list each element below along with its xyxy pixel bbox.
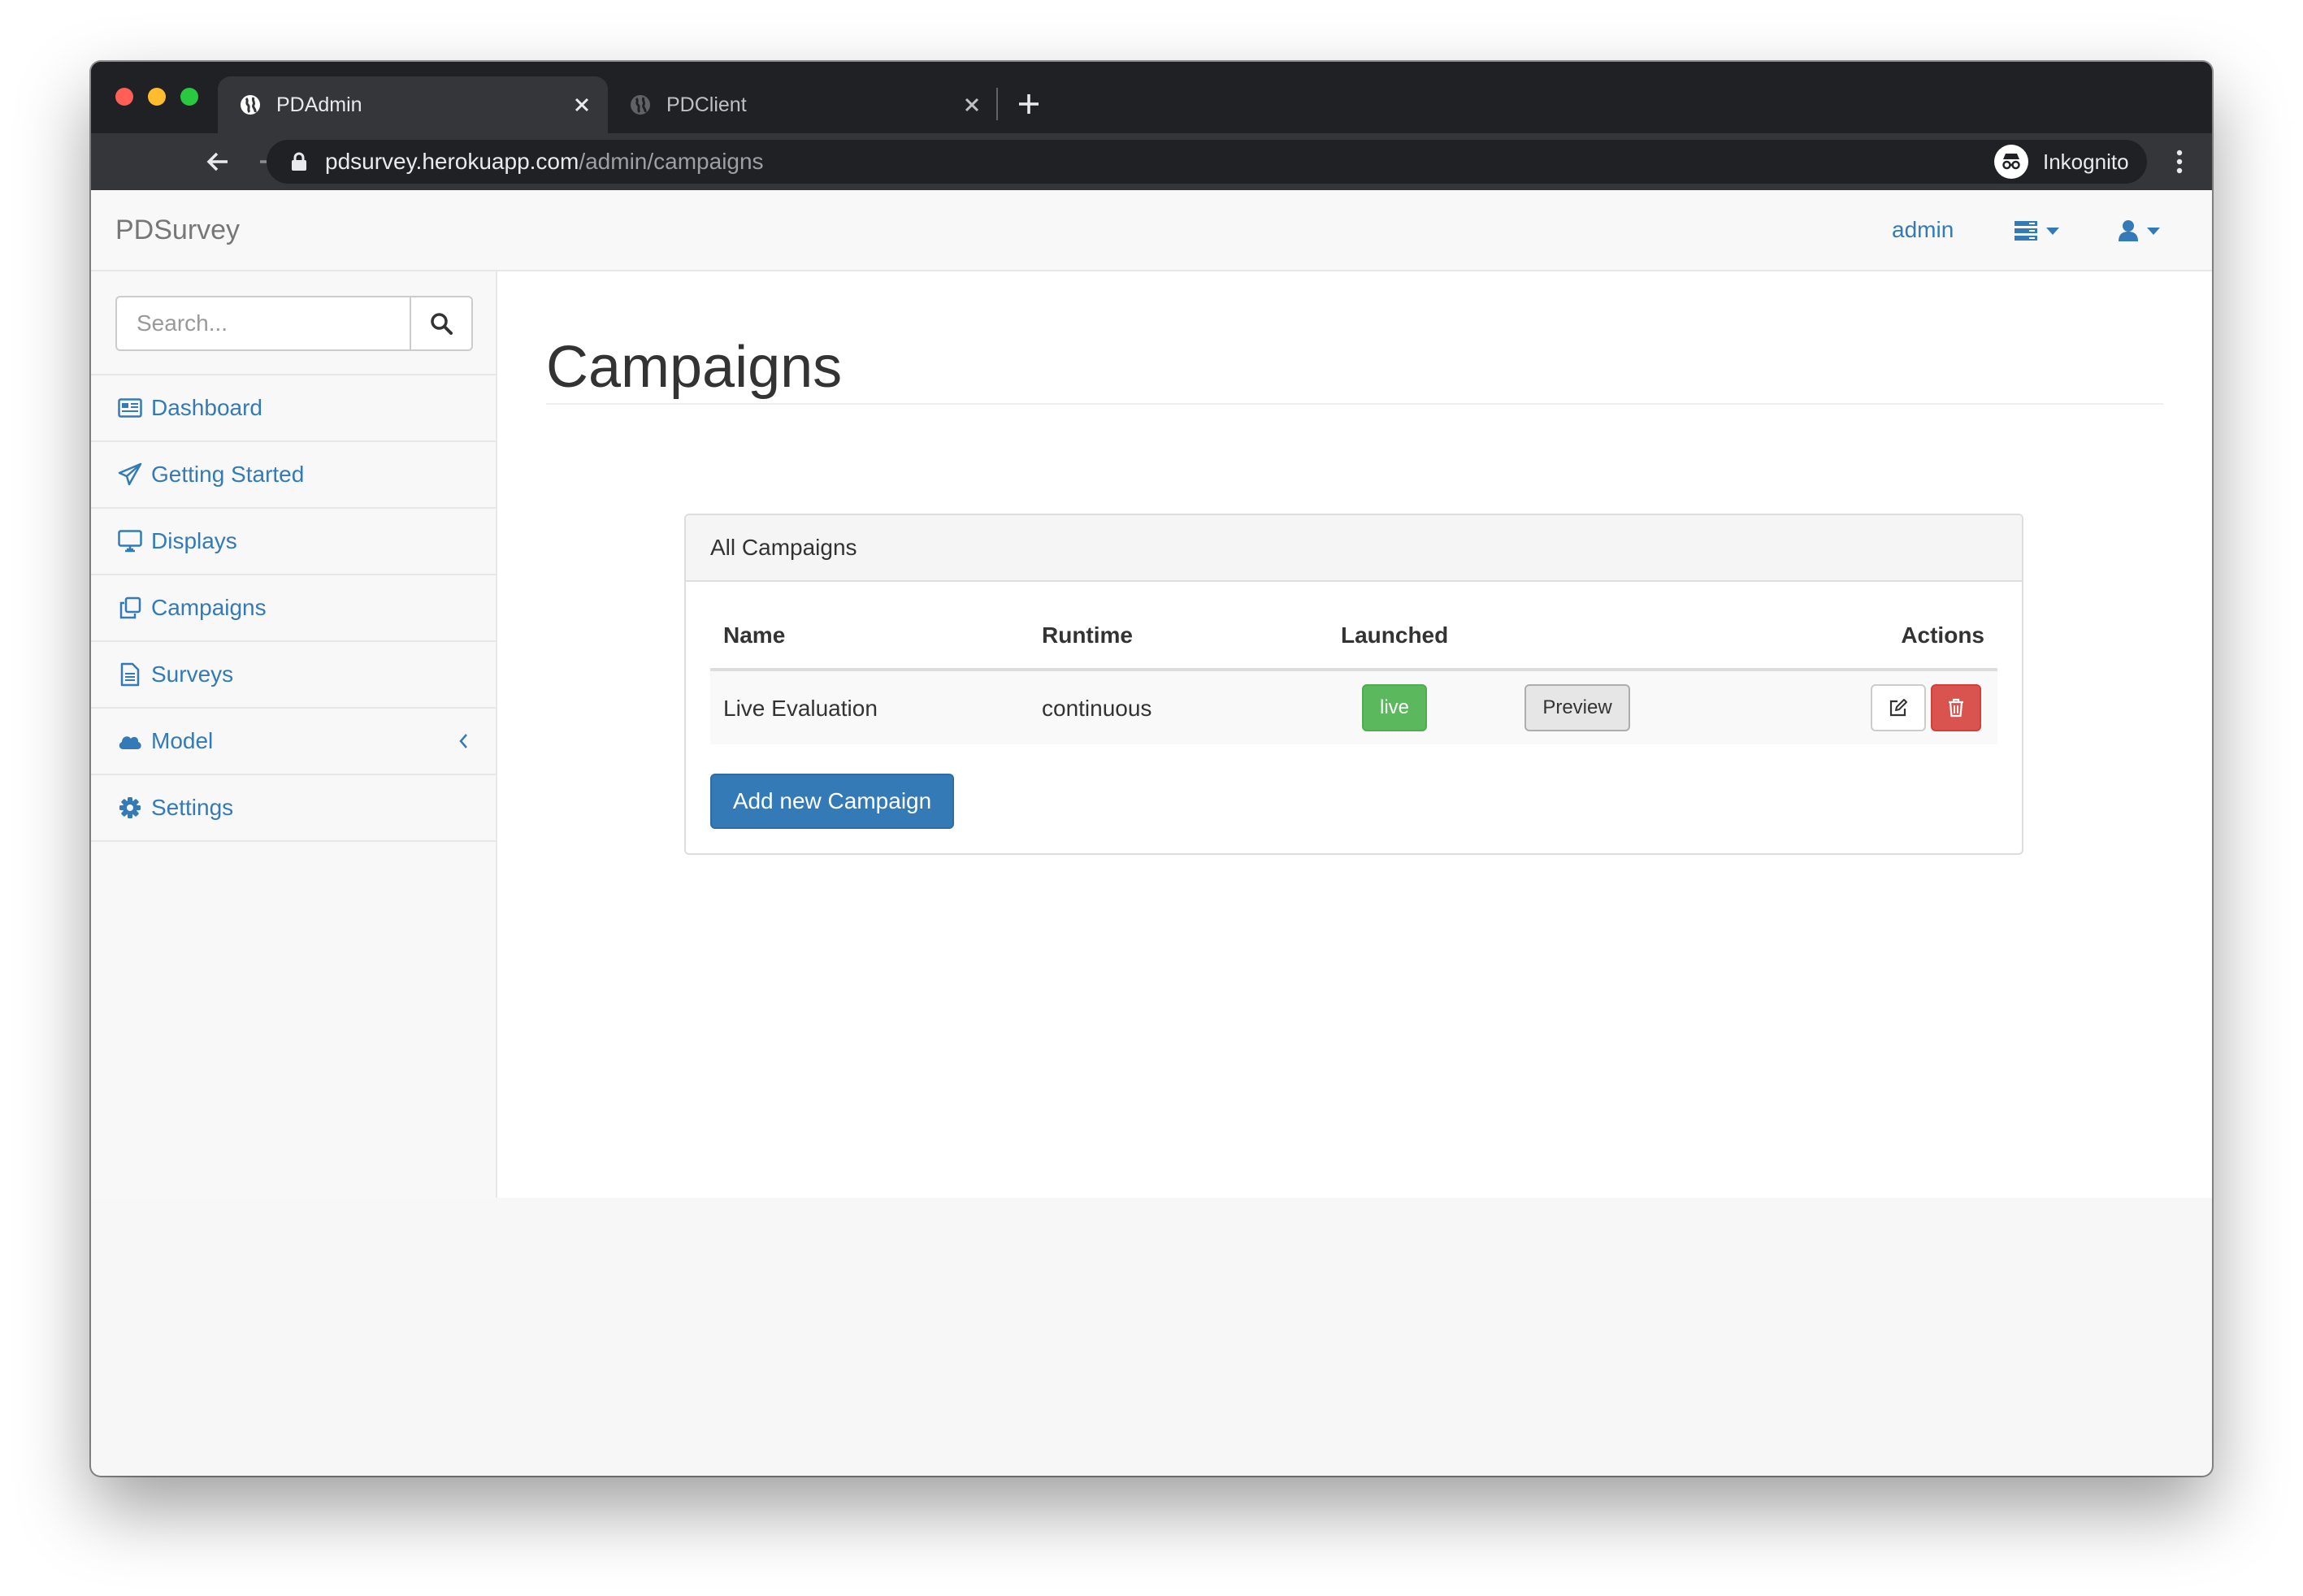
new-tab-button[interactable] (1011, 86, 1047, 122)
desktop-icon (117, 528, 143, 554)
tab-pdadmin[interactable]: PDAdmin (218, 76, 608, 133)
browser-window: PDAdmin PDClient pdsurvey.herokuapp.com/… (91, 62, 2212, 1476)
chevron-down-icon (2046, 227, 2059, 235)
sidebar-item-dashboard[interactable]: Dashboard (91, 375, 496, 442)
launched-live-button[interactable]: live (1362, 684, 1427, 731)
user-dropdown[interactable] (2118, 218, 2160, 244)
clone-icon (117, 595, 143, 621)
trash-icon (1949, 698, 1963, 718)
top-navbar: PDSurvey admin (91, 190, 2212, 271)
sidebar-item-label: Model (151, 728, 214, 753)
campaigns-table: Name Runtime Launched Actions Live Evalu… (710, 605, 1997, 744)
cog-icon (117, 795, 143, 821)
address-bar[interactable]: pdsurvey.herokuapp.com/admin/campaigns (267, 140, 2043, 184)
browser-chrome: PDAdmin PDClient pdsurvey.herokuapp.com/… (91, 62, 2212, 190)
sidebar-item-label: Campaigns (151, 595, 267, 620)
column-header-name: Name (723, 622, 786, 648)
close-tab-icon[interactable] (566, 89, 598, 121)
tab-title: PDAdmin (276, 93, 362, 116)
tab-separator (996, 88, 998, 120)
sidebar-item-campaigns[interactable]: Campaigns (91, 575, 496, 642)
chevron-down-icon (2147, 227, 2160, 235)
close-tab-icon[interactable] (956, 89, 988, 121)
edit-icon (1889, 699, 1907, 717)
sidebar-search (115, 296, 473, 351)
minimize-window-button[interactable] (148, 88, 166, 106)
back-button[interactable] (200, 144, 236, 180)
paper-plane-icon (117, 462, 143, 488)
dashboard-icon (117, 395, 143, 421)
admin-link[interactable]: admin (1892, 190, 1954, 270)
tab-strip: PDAdmin PDClient (91, 62, 2212, 133)
tab-title: PDClient (666, 93, 747, 116)
file-text-icon (117, 661, 143, 687)
search-button[interactable] (410, 296, 473, 351)
server-icon (2015, 221, 2037, 241)
campaigns-panel: All Campaigns Name Runtime Launched Acti… (684, 514, 2023, 855)
table-row: Live Evaluation continuous live Preview (710, 671, 1997, 744)
sidebar-menu: Dashboard Getting Started Displays Campa… (91, 374, 496, 842)
sidebar-item-getting-started[interactable]: Getting Started (91, 442, 496, 509)
sidebar-item-surveys[interactable]: Surveys (91, 642, 496, 709)
column-header-actions: Actions (1901, 622, 1984, 648)
sidebar-item-displays[interactable]: Displays (91, 509, 496, 575)
preview-button[interactable]: Preview (1524, 684, 1630, 731)
browser-menu-button[interactable] (2162, 144, 2197, 180)
lock-icon (292, 152, 306, 171)
user-icon (2119, 220, 2138, 241)
sidebar-item-label: Settings (151, 795, 234, 820)
sidebar-item-label: Getting Started (151, 462, 305, 487)
globe-icon (631, 95, 650, 115)
tab-pdclient[interactable]: PDClient (608, 76, 998, 133)
delete-button[interactable] (1931, 684, 1981, 731)
sidebar-item-model[interactable]: Model (91, 709, 496, 775)
url-text: pdsurvey.herokuapp.com/admin/campaigns (325, 149, 764, 175)
cloud-icon (117, 728, 143, 754)
campaign-name: Live Evaluation (723, 696, 878, 721)
url-path: /admin/campaigns (579, 149, 764, 174)
sidebar-item-label: Displays (151, 528, 237, 553)
add-campaign-button[interactable]: Add new Campaign (710, 774, 954, 829)
main-content: Campaigns All Campaigns Name Runtime Lau… (497, 271, 2212, 1198)
more-vertical-icon (2176, 150, 2183, 174)
edit-button[interactable] (1871, 684, 1926, 731)
sidebar: Dashboard Getting Started Displays Campa… (91, 271, 497, 1198)
panel-title: All Campaigns (686, 515, 2022, 582)
incognito-profile-button[interactable]: Inkognito (1988, 140, 2147, 184)
page-header: Campaigns (546, 322, 2163, 405)
plus-icon (1019, 94, 1039, 114)
sidebar-item-settings[interactable]: Settings (91, 775, 496, 842)
arrow-left-icon (206, 152, 228, 171)
search-icon (431, 313, 453, 335)
url-host: pdsurvey.herokuapp.com (325, 149, 579, 174)
campaign-runtime: continuous (1042, 696, 1152, 721)
sidebar-item-label: Dashboard (151, 395, 262, 420)
profile-label: Inkognito (2043, 149, 2129, 174)
zoom-window-button[interactable] (180, 88, 198, 106)
sidebar-item-label: Surveys (151, 661, 234, 687)
brand-link[interactable]: PDSurvey (115, 190, 240, 270)
incognito-icon (1994, 145, 2028, 179)
table-header: Name Runtime Launched Actions (710, 605, 1997, 671)
page-title: Campaigns (546, 335, 843, 400)
server-dropdown[interactable] (2014, 218, 2059, 244)
browser-toolbar: pdsurvey.herokuapp.com/admin/campaigns I… (91, 133, 2212, 190)
search-input[interactable] (115, 296, 410, 351)
close-window-button[interactable] (115, 88, 133, 106)
chevron-left-icon[interactable] (455, 730, 471, 752)
column-header-launched: Launched (1341, 622, 1449, 648)
column-header-runtime: Runtime (1042, 622, 1133, 648)
globe-icon (241, 95, 260, 115)
